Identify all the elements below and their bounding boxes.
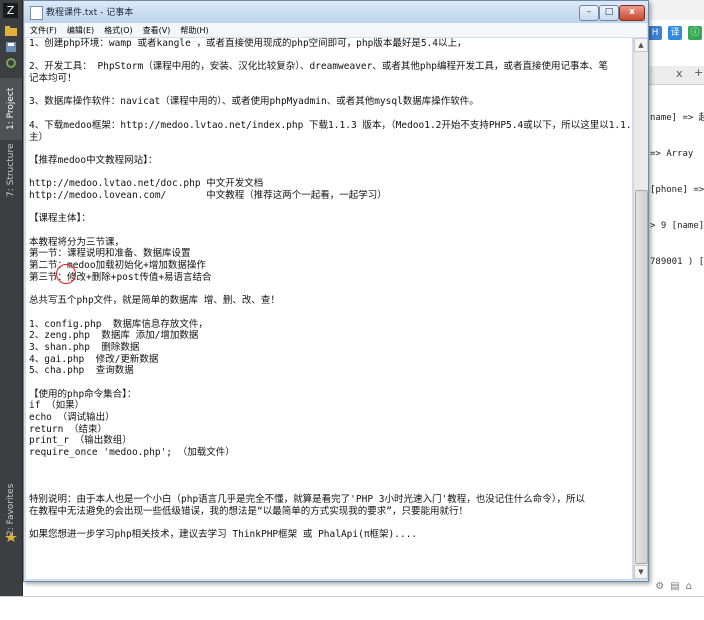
text-line [29, 576, 632, 579]
text-line: if （如果） [29, 400, 85, 412]
text-line [29, 541, 632, 553]
text-line: 第二节：medoo加载初始化+增加数据操作 [29, 260, 206, 272]
h-button[interactable]: H [648, 26, 662, 40]
scroll-up-icon[interactable]: ▲ [634, 38, 648, 52]
text-line [29, 377, 632, 389]
document-text: 1、创建php环境：wamp 或者kangle ，或者直接使用现成的php空间即… [29, 38, 632, 579]
vertical-scrollbar[interactable]: ▲ ▼ [633, 38, 648, 579]
info-button[interactable]: ⓘ [688, 26, 702, 40]
text-line: 第一节：课程说明和准备、数据库设置 [29, 248, 191, 260]
text-line: http://medoo.lovean.com/ 中文教程（推荐这两个一起看，一… [29, 189, 387, 201]
ide-logo-icon: Z [3, 3, 18, 18]
text-line: 总共写五个php文件，就是简单的数据库 增、删、改、查！ [29, 295, 280, 307]
save-icon[interactable] [5, 42, 17, 52]
notepad-icon [30, 6, 43, 20]
translate-button[interactable]: 译 [668, 26, 682, 40]
text-line: 5、cha.php 查询数据 [29, 365, 134, 377]
output-line: [phone] => [650, 185, 704, 195]
text-line: return （结束） [29, 423, 108, 435]
menu-view[interactable]: 查看(V) [138, 23, 176, 36]
text-line: 3、shan.php 删除数据 [29, 341, 140, 353]
ide-left-toolbar: Z 1: Project 7: Structure 2: Favorites [0, 0, 23, 596]
menu-format[interactable]: 格式(O) [99, 23, 138, 36]
minimize-button[interactable]: – [579, 5, 599, 21]
text-line: 本教程将分为三节课， [29, 236, 125, 248]
text-line [29, 307, 632, 319]
tab-add-icon[interactable]: + [694, 66, 703, 79]
text-line: 2、zeng.php 数据库 添加/增加数据 [29, 330, 199, 342]
close-button[interactable]: x [619, 5, 645, 21]
output-panel: name] => 起 => Array [phone] => > 9 [name… [650, 88, 704, 292]
output-line: name] => 起 [650, 113, 704, 123]
window-title: 教程课件.txt - 记事本 [46, 8, 134, 18]
folder-icon[interactable] [5, 26, 17, 36]
text-line [29, 85, 632, 97]
text-line: 【使用的php命令集合】： [29, 388, 137, 400]
text-line: 如果您想进一步学习php相关技术，建议去学习 ThinkPHP框架 或 Phal… [29, 528, 418, 540]
menu-bar: 文件(F) 编辑(E) 格式(O) 查看(V) 帮助(H) [25, 23, 647, 37]
text-line [29, 564, 632, 576]
text-line [29, 143, 632, 155]
text-line: http://medoo.lvtao.net/doc.php 中文开发文档 [29, 178, 264, 190]
title-bar[interactable]: 教程课件.txt - 记事本 – □ x [24, 1, 648, 23]
menu-help[interactable]: 帮助(H) [175, 23, 213, 36]
output-line: > 9 [name] [650, 221, 704, 231]
text-line: 主） [29, 131, 49, 143]
ide-top-bar [648, 0, 704, 20]
text-line: print_r （输出数组） [29, 435, 132, 447]
text-line [29, 225, 632, 237]
text-line [29, 108, 632, 120]
favorites-tab[interactable]: 2: Favorites [0, 480, 22, 540]
text-line [29, 50, 632, 62]
star-icon [5, 532, 17, 542]
status-icons: ⚙▤⌂ [655, 581, 698, 592]
ide-right-panel: H 译 ⓘ x + name] => 起 => Array [phone] =>… [648, 0, 704, 596]
text-line: 3、数据库操作软件：navicat（课程中用的）、或者使用phpMyadmin、… [29, 96, 479, 108]
text-line: 4、gai.php 修改/更新数据 [29, 353, 159, 365]
scroll-thumb[interactable] [635, 190, 648, 564]
notepad-window: 教程课件.txt - 记事本 – □ x 文件(F) 编辑(E) 格式(O) 查看(V… [23, 0, 649, 582]
text-line: echo （调试输出） [29, 412, 115, 423]
menu-edit[interactable]: 编辑(E) [62, 23, 99, 36]
text-line [29, 482, 632, 494]
scroll-down-icon[interactable]: ▼ [634, 565, 648, 579]
text-line: 第三节：修改+删除+post传值+易语言结合 [29, 271, 212, 283]
text-line [29, 283, 632, 295]
structure-tab[interactable]: 7: Structure [0, 140, 22, 200]
text-line [29, 167, 632, 179]
text-line: 【推荐medoo中文教程网站】： [29, 154, 158, 166]
text-line: 在教程中无法避免的会出现一些低级错误，我的想法是“以最简单的方式实现我的要求”，… [29, 505, 468, 517]
maximize-button[interactable]: □ [599, 5, 619, 21]
output-tab-strip: x + [648, 66, 704, 85]
output-line: => Array [650, 149, 694, 159]
output-line: 789001 ) [8 [650, 257, 704, 267]
text-line [29, 517, 632, 529]
sync-icon[interactable] [5, 58, 17, 68]
text-line: require_once 'medoo.php'; （加载文件） [29, 447, 235, 459]
text-line: 特别说明：由于本人也是一个小白（php语言几乎是完全不懂，就算是看完了'PHP … [29, 493, 585, 505]
project-tab[interactable]: 1: Project [0, 78, 22, 140]
menu-file[interactable]: 文件(F) [25, 23, 62, 36]
text-line [29, 470, 632, 482]
text-line [29, 459, 632, 471]
annotation-circle [56, 264, 76, 284]
text-line: 记本均可！ [29, 73, 77, 85]
text-line: 1、创建php环境：wamp 或者kangle ，或者直接使用现成的php空间即… [29, 38, 467, 49]
text-line [29, 552, 632, 564]
ide-status-bar: ⚙▤⌂ [0, 581, 704, 620]
text-line: 【课程主体】： [29, 213, 91, 225]
text-editor[interactable]: 1、创建php环境：wamp 或者kangle ，或者直接使用现成的php空间即… [26, 38, 632, 579]
tab-close-icon[interactable]: x [676, 67, 683, 80]
text-line: 2、开发工具： PhpStorm（课程中用的，安装、汉化比较复杂）、dreamw… [29, 61, 609, 73]
text-line: 4、下载medoo框架：http://medoo.lvtao.net/index… [29, 119, 632, 131]
text-line [29, 202, 632, 214]
text-line: 1、config.php 数据库信息存放文件， [29, 318, 208, 330]
